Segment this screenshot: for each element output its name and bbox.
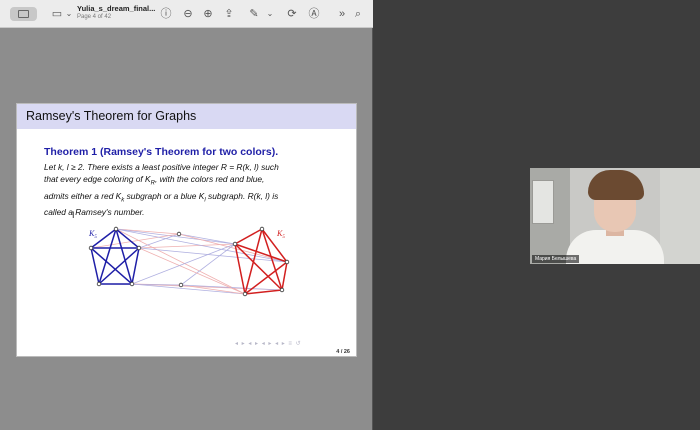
zoom-in-icon[interactable]: ⊕	[201, 7, 215, 21]
zoom-out-icon[interactable]: ⊖	[181, 7, 195, 21]
toolbar: ▭ ⌄ Yulia_s_dream_final... Page 4 of 42 …	[0, 0, 373, 28]
theorem-heading: Theorem 1 (Ramsey's Theorem for two colo…	[44, 146, 279, 158]
chevron-down-icon[interactable]: ⌄	[263, 7, 277, 21]
rotate-icon[interactable]: ⟳	[285, 7, 299, 21]
slide-page-number: 4 / 26	[336, 349, 350, 355]
slide-header: Ramsey's Theorem for Graphs	[17, 104, 356, 129]
text-cursor-icon: I	[72, 210, 75, 220]
theorem-line-2: that every edge coloring of KR, with the…	[44, 174, 265, 187]
theorem-line-3: admits either a red Kk subgraph or a blu…	[44, 190, 279, 204]
sidebar-toggle-button[interactable]	[10, 7, 37, 21]
participant-name-tag: Мария Белышева	[532, 255, 580, 263]
left-k5-label: K5	[88, 229, 97, 240]
ramsey-graph-diagram: K5 K5	[88, 226, 290, 297]
right-k5-label: K5	[276, 229, 285, 240]
theorem-body: Let k, l ≥ 2. There exists a least posit…	[44, 161, 344, 218]
slide-title: Ramsey's Theorem for Graphs	[26, 109, 197, 123]
sidebar-icon	[18, 10, 29, 18]
desktop: ▭ ⌄ Yulia_s_dream_final... Page 4 of 42 …	[0, 0, 700, 430]
slide-page: Ramsey's Theorem for Graphs Theorem 1 (R…	[16, 103, 357, 357]
page-indicator: Page 4 of 42	[77, 14, 112, 20]
share-icon[interactable]: ⇪	[222, 7, 236, 21]
theorem-line-1: Let k, l ≥ 2. There exists a least posit…	[44, 162, 279, 172]
video-participant-tile[interactable]: Мария Белышева	[530, 168, 700, 264]
search-icon[interactable]: ⌕	[351, 7, 365, 21]
chevron-down-icon[interactable]: ⌄	[62, 7, 76, 21]
video-background	[660, 168, 700, 264]
theorem-line-4: called a Ramsey's number.	[44, 207, 145, 218]
markup-icon[interactable]: ✎	[247, 7, 261, 21]
more-icon[interactable]: »	[335, 7, 349, 21]
info-icon[interactable]: ⓘ	[159, 7, 173, 21]
preview-window: ▭ ⌄ Yulia_s_dream_final... Page 4 of 42 …	[0, 0, 373, 430]
video-background-window	[532, 180, 554, 224]
annotate-icon[interactable]: Ⓐ	[307, 7, 321, 21]
beamer-nav-icons[interactable]: ◂ ▸ ◂ ▸ ◂ ▸ ◂ ▸ ≡ ↺	[235, 340, 302, 347]
participant-hair	[588, 170, 644, 200]
document-title: Yulia_s_dream_final...	[77, 4, 156, 13]
